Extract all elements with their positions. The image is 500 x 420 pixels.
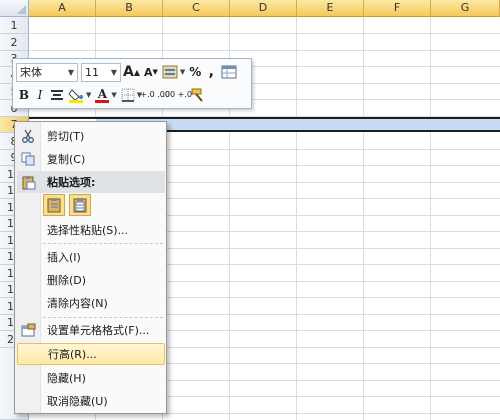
italic-button[interactable]: I bbox=[32, 85, 48, 105]
chevron-down-icon[interactable]: ▼ bbox=[180, 68, 185, 76]
menu-item-unhide[interactable]: 取消隐藏(U) bbox=[17, 390, 165, 412]
menu-item-label: 隐藏(H) bbox=[47, 372, 86, 385]
scissors-icon bbox=[17, 125, 39, 147]
font-size-box[interactable]: 11 ▼ bbox=[81, 62, 121, 82]
context-menu: 剪切(T) 复制(C) 粘贴选项: 选择性粘贴(S)... 插入(I) 删除(D… bbox=[14, 121, 167, 414]
font-color-label: A bbox=[97, 87, 108, 101]
menu-item-label: 设置单元格格式(F)... bbox=[47, 324, 150, 337]
grid-line bbox=[296, 17, 297, 420]
format-cells-icon bbox=[17, 319, 39, 341]
menu-item-cut[interactable]: 剪切(T) bbox=[17, 125, 165, 147]
clipboard-icon bbox=[17, 171, 39, 193]
paste-icon bbox=[47, 198, 61, 213]
menu-item-label: 复制(C) bbox=[47, 153, 86, 166]
menu-item-paste-special[interactable]: 选择性粘贴(S)... bbox=[17, 219, 165, 241]
paste-values-icon bbox=[73, 198, 87, 213]
row-header-2[interactable]: 2 bbox=[0, 34, 29, 51]
grid-line bbox=[29, 50, 500, 51]
menu-heading-paste-options: 粘贴选项: bbox=[17, 171, 165, 193]
menu-item-hide[interactable]: 隐藏(H) bbox=[17, 367, 165, 389]
fill-color-bar bbox=[69, 100, 83, 103]
format-table-button[interactable] bbox=[219, 62, 239, 82]
fill-color-button[interactable] bbox=[66, 85, 86, 105]
menu-separator bbox=[43, 243, 163, 244]
accounting-format-icon bbox=[162, 65, 178, 79]
percent-style-button[interactable]: % bbox=[187, 62, 203, 82]
column-header-a[interactable]: A bbox=[29, 0, 96, 17]
menu-heading-label: 粘贴选项: bbox=[47, 176, 96, 189]
decrease-decimal-button[interactable]: .00 +.0 bbox=[162, 85, 192, 105]
chevron-down-icon[interactable]: ▼ bbox=[111, 91, 116, 99]
grid-line bbox=[363, 17, 364, 420]
format-painter-button[interactable] bbox=[188, 85, 208, 105]
menu-item-format-cells[interactable]: 设置单元格格式(F)... bbox=[17, 319, 165, 341]
chevron-down-icon[interactable]: ▼ bbox=[86, 91, 91, 99]
menu-item-label: 取消隐藏(U) bbox=[47, 395, 108, 408]
menu-item-delete[interactable]: 删除(D) bbox=[17, 269, 165, 291]
font-name-box[interactable]: 宋体 ▼ bbox=[16, 62, 78, 82]
select-all-corner[interactable] bbox=[0, 0, 29, 17]
grow-font-label: A bbox=[123, 64, 134, 80]
column-header-b[interactable]: B bbox=[96, 0, 163, 17]
paste-option-paste-button[interactable] bbox=[43, 194, 65, 216]
menu-item-label: 行高(R)... bbox=[48, 348, 97, 361]
menu-item-row-height[interactable]: 行高(R)... bbox=[17, 343, 165, 365]
column-header-g[interactable]: G bbox=[431, 0, 500, 17]
menu-item-label: 选择性粘贴(S)... bbox=[47, 224, 129, 237]
font-size-value: 11 bbox=[85, 65, 99, 79]
menu-item-label: 插入(I) bbox=[47, 251, 81, 264]
column-header-d[interactable]: D bbox=[230, 0, 297, 17]
row-header-1[interactable]: 1 bbox=[0, 17, 29, 34]
column-header-c[interactable]: C bbox=[163, 0, 230, 17]
font-color-bar bbox=[95, 100, 110, 103]
paste-option-values-button[interactable] bbox=[69, 194, 91, 216]
shrink-font-label: A bbox=[144, 65, 153, 79]
chevron-down-icon[interactable]: ▼ bbox=[68, 68, 74, 77]
column-header-f[interactable]: F bbox=[364, 0, 431, 17]
font-name-value: 宋体 bbox=[20, 66, 42, 79]
paint-bucket-icon bbox=[68, 89, 83, 100]
align-center-icon bbox=[51, 90, 63, 100]
shrink-font-button[interactable]: A ▼ bbox=[142, 62, 160, 82]
copy-icon bbox=[17, 148, 39, 170]
menu-item-label: 清除内容(N) bbox=[47, 297, 108, 310]
grid-line bbox=[29, 33, 500, 34]
menu-item-clear-contents[interactable]: 清除内容(N) bbox=[17, 292, 165, 314]
format-painter-icon bbox=[191, 88, 203, 102]
caret-down-icon: ▼ bbox=[152, 68, 158, 76]
borders-button[interactable] bbox=[119, 85, 137, 105]
font-color-button[interactable]: A bbox=[93, 85, 111, 105]
menu-item-copy[interactable]: 复制(C) bbox=[17, 148, 165, 170]
grow-font-button[interactable]: A ▲ bbox=[121, 62, 142, 82]
table-format-icon bbox=[221, 65, 237, 79]
chevron-down-icon[interactable]: ▼ bbox=[111, 68, 117, 77]
accounting-format-button[interactable] bbox=[160, 62, 180, 82]
menu-item-label: 删除(D) bbox=[47, 274, 87, 287]
grid-line bbox=[430, 17, 431, 420]
caret-up-icon: ▲ bbox=[133, 67, 140, 77]
borders-icon bbox=[121, 88, 135, 102]
bold-button[interactable]: B bbox=[16, 85, 32, 105]
center-align-button[interactable] bbox=[48, 85, 66, 105]
menu-item-label: 剪切(T) bbox=[47, 130, 85, 143]
column-header-e[interactable]: E bbox=[297, 0, 364, 17]
menu-separator bbox=[43, 317, 163, 318]
menu-item-insert[interactable]: 插入(I) bbox=[17, 246, 165, 268]
comma-style-button[interactable]: , bbox=[203, 62, 219, 82]
mini-formatting-toolbar: 宋体 ▼ 11 ▼ A ▲ A ▼ ▼ % , B I ▼ A ▼ ▼ +.0 … bbox=[12, 58, 252, 109]
